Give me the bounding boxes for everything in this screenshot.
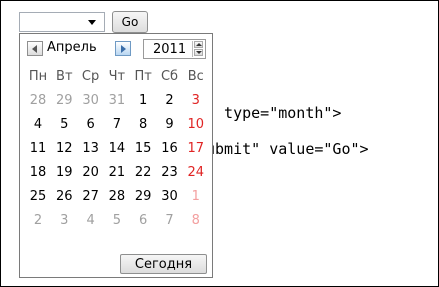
calendar-day[interactable]: 2 bbox=[25, 213, 51, 229]
arrow-right-icon bbox=[121, 45, 126, 53]
weekday-header: Вс bbox=[187, 69, 204, 84]
year-value: 2011 bbox=[153, 42, 187, 57]
calendar-month-label: Апрель bbox=[47, 40, 97, 55]
calendar-day[interactable]: 15 bbox=[130, 141, 156, 157]
calendar-day[interactable]: 29 bbox=[130, 189, 156, 205]
calendar-day[interactable]: 21 bbox=[104, 165, 130, 181]
weekday-header: Вт bbox=[56, 69, 73, 84]
calendar-day[interactable]: 30 bbox=[157, 189, 183, 205]
calendar-day[interactable]: 14 bbox=[104, 141, 130, 157]
calendar-day[interactable]: 27 bbox=[78, 189, 104, 205]
calendar-day[interactable]: 1 bbox=[130, 93, 156, 109]
calendar-day[interactable]: 6 bbox=[130, 213, 156, 229]
calendar-day[interactable]: 2 bbox=[157, 93, 183, 109]
go-button[interactable]: Go bbox=[112, 11, 148, 33]
spin-down-icon[interactable] bbox=[194, 49, 203, 56]
calendar-day[interactable]: 4 bbox=[78, 213, 104, 229]
weekday-header: Чт bbox=[108, 69, 126, 84]
calendar-day[interactable]: 7 bbox=[104, 117, 130, 133]
calendar-day[interactable]: 8 bbox=[130, 117, 156, 133]
weekday-header: Сб bbox=[160, 69, 179, 84]
weekday-header: Пн bbox=[28, 69, 48, 84]
calendar-day[interactable]: 13 bbox=[78, 141, 104, 157]
calendar-day[interactable]: 7 bbox=[157, 213, 183, 229]
next-month-button[interactable] bbox=[115, 41, 131, 56]
weekday-header: Ср bbox=[81, 69, 100, 84]
calendar-day[interactable]: 29 bbox=[51, 93, 77, 109]
calendar-day[interactable]: 25 bbox=[25, 189, 51, 205]
calendar-day[interactable]: 5 bbox=[51, 117, 77, 133]
code-line: " type="month"> bbox=[206, 104, 342, 122]
calendar-day[interactable]: 28 bbox=[25, 93, 51, 109]
calendar-day[interactable]: 28 bbox=[104, 189, 130, 205]
calendar-day[interactable]: 10 bbox=[183, 117, 209, 133]
page-frame: " type="month"> ubmit" value="Go"> Go Ап… bbox=[0, 0, 439, 287]
calendar-day[interactable]: 22 bbox=[130, 165, 156, 181]
weekday-header: Пт bbox=[134, 69, 152, 84]
calendar-day[interactable]: 9 bbox=[157, 117, 183, 133]
chevron-down-icon[interactable] bbox=[88, 20, 96, 25]
calendar-day[interactable]: 6 bbox=[78, 117, 104, 133]
calendar-day[interactable]: 24 bbox=[183, 165, 209, 181]
calendar-day[interactable]: 30 bbox=[78, 93, 104, 109]
calendar-day[interactable]: 16 bbox=[157, 141, 183, 157]
calendar-day[interactable]: 31 bbox=[104, 93, 130, 109]
calendar-day[interactable]: 4 bbox=[25, 117, 51, 133]
calendar-day[interactable]: 17 bbox=[183, 141, 209, 157]
spin-up-icon[interactable] bbox=[194, 41, 203, 48]
calendar-day[interactable]: 1 bbox=[183, 189, 209, 205]
calendar-day[interactable]: 12 bbox=[51, 141, 77, 157]
prev-month-button[interactable] bbox=[27, 41, 43, 56]
calendar-day[interactable]: 11 bbox=[25, 141, 51, 157]
arrow-left-icon bbox=[32, 45, 37, 53]
calendar-day[interactable]: 26 bbox=[51, 189, 77, 205]
calendar-day[interactable]: 3 bbox=[183, 93, 209, 109]
calendar-day[interactable]: 3 bbox=[51, 213, 77, 229]
today-button[interactable]: Сегодня bbox=[120, 254, 207, 274]
calendar-day[interactable]: 18 bbox=[25, 165, 51, 181]
year-spinner[interactable]: 2011 bbox=[143, 39, 206, 59]
calendar-day[interactable]: 19 bbox=[51, 165, 77, 181]
calendar-day[interactable]: 5 bbox=[104, 213, 130, 229]
calendar-day[interactable]: 23 bbox=[157, 165, 183, 181]
calendar-popup: Апрель 2011 Пн Вт Ср Чт Пт Сб Вс 28 29 30 31 1 2 3 4 5 6… bbox=[19, 33, 213, 278]
month-input[interactable] bbox=[19, 12, 105, 32]
year-spin-buttons bbox=[192, 41, 204, 57]
calendar-day[interactable]: 8 bbox=[183, 213, 209, 229]
code-line: ubmit" value="Go"> bbox=[206, 140, 369, 158]
calendar-day[interactable]: 20 bbox=[78, 165, 104, 181]
